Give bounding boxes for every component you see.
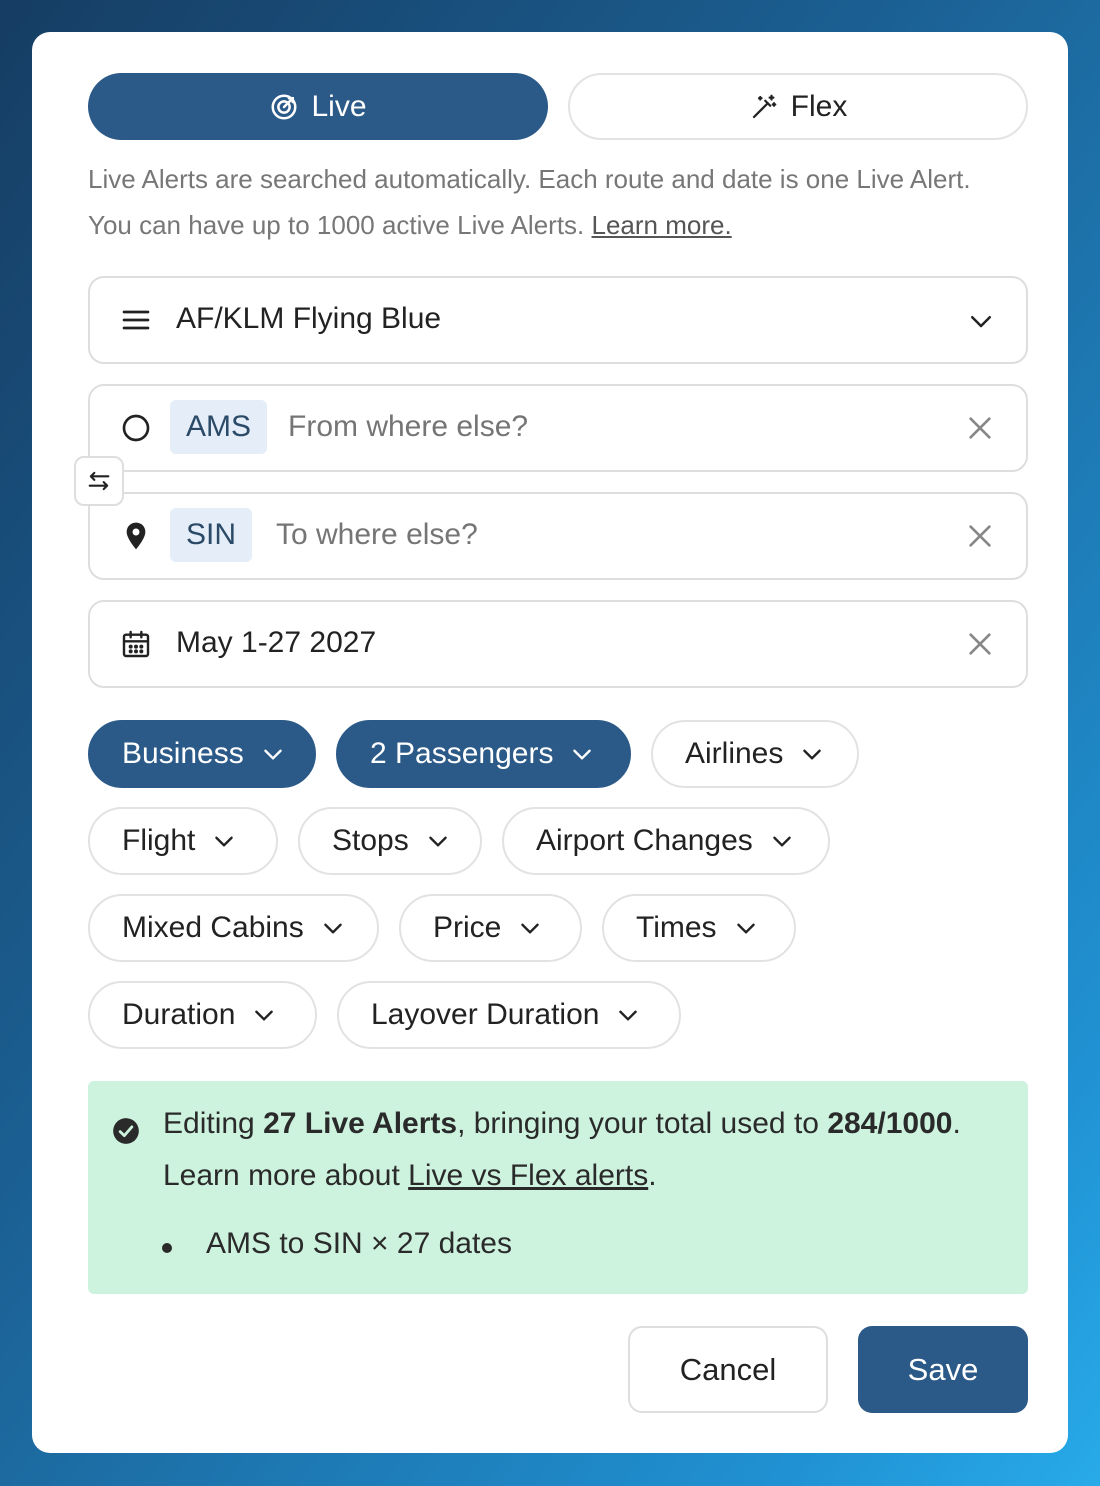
filter-cabin-business[interactable]: Business (88, 720, 316, 788)
program-select[interactable]: AF/KLM Flying Blue (88, 276, 1028, 364)
menu-icon (122, 310, 150, 330)
filter-duration[interactable]: Duration (88, 981, 317, 1049)
swap-arrows-icon (88, 471, 110, 491)
flex-mode-button[interactable]: Flex (568, 73, 1028, 140)
alert-usage-notice: Editing 27 Live Alerts, bringing your to… (88, 1081, 1028, 1294)
usage-summary: Editing 27 Live Alerts, bringing your to… (163, 1107, 961, 1141)
description-text: Live Alerts are searched automatically. … (88, 164, 971, 240)
chevron-down-icon (263, 749, 282, 760)
chevron-down-icon (971, 316, 991, 328)
flex-mode-label: Flex (790, 89, 848, 123)
filter-stops[interactable]: Stops (298, 807, 482, 875)
line2-suffix: . (648, 1159, 657, 1192)
origin-code-chip[interactable]: AMS (170, 400, 268, 454)
chevron-down-icon (215, 836, 234, 847)
learn-more-link[interactable]: Learn more. (592, 210, 732, 240)
alert-count: 27 Live Alerts (263, 1107, 458, 1140)
clear-dates-icon[interactable] (964, 628, 996, 660)
destination-input[interactable] (276, 518, 876, 552)
usage-total: 284/1000 (827, 1107, 953, 1140)
origin-field[interactable]: AMS (88, 384, 1028, 472)
filter-label: Flight (122, 824, 196, 857)
chevron-down-icon (255, 1010, 274, 1021)
filter-airlines[interactable]: Airlines (651, 720, 859, 788)
usage-middle: , bringing your total used to (457, 1107, 828, 1140)
filter-label: Times (636, 911, 717, 944)
filter-flight[interactable]: Flight (88, 807, 278, 875)
save-button[interactable]: Save (858, 1326, 1028, 1413)
filter-label: 2 Passengers (370, 737, 554, 770)
destination-code-chip[interactable]: SIN (170, 508, 253, 562)
clear-origin-icon[interactable] (964, 412, 996, 444)
live-mode-button[interactable]: Live (88, 73, 548, 140)
map-pin-icon (126, 522, 146, 550)
line2-prefix: Learn more about (163, 1159, 409, 1192)
filter-label: Layover Duration (371, 998, 600, 1031)
chevron-down-icon (573, 749, 592, 760)
date-value: May 1-27 2027 (176, 626, 377, 659)
chevron-down-icon (773, 836, 791, 847)
chevron-down-icon (736, 923, 755, 934)
swap-airports-button[interactable] (74, 456, 124, 506)
filter-layover-duration[interactable]: Layover Duration (337, 981, 681, 1049)
filter-label: Price (433, 911, 502, 944)
date-field[interactable]: May 1-27 2027 (88, 600, 1028, 688)
filter-label: Business (122, 737, 244, 770)
calendar-icon (122, 630, 150, 658)
chevron-down-icon (323, 923, 342, 934)
live-alerts-description: Live Alerts are searched automatically. … (88, 156, 988, 248)
check-circle-icon (113, 1118, 139, 1144)
bullet-dot (162, 1243, 172, 1253)
magic-wand-icon (752, 94, 777, 118)
chevron-down-icon (521, 923, 540, 934)
origin-input[interactable] (288, 410, 888, 444)
edit-alert-modal: Live Flex Live Alerts are searched autom… (32, 32, 1068, 1453)
filter-times[interactable]: Times (602, 894, 796, 962)
cancel-button[interactable]: Cancel (628, 1326, 828, 1413)
filter-airport-changes[interactable]: Airport Changes (502, 807, 830, 875)
filter-mixed-cabins[interactable]: Mixed Cabins (88, 894, 379, 962)
filter-label: Duration (122, 998, 236, 1031)
target-icon (271, 94, 297, 119)
filter-price[interactable]: Price (399, 894, 582, 962)
chevron-down-icon (619, 1010, 638, 1021)
filter-label: Stops (332, 824, 409, 857)
usage-suffix: . (952, 1107, 961, 1140)
learn-more-line: Learn more about Live vs Flex alerts. (163, 1159, 657, 1193)
filter-label: Airlines (685, 737, 784, 770)
destination-field[interactable]: SIN (88, 492, 1028, 580)
filter-label: Mixed Cabins (122, 911, 304, 944)
filter-passengers[interactable]: 2 Passengers (336, 720, 631, 788)
program-value: AF/KLM Flying Blue (176, 302, 442, 335)
route-summary-item: AMS to SIN × 27 dates (206, 1227, 512, 1260)
chevron-down-icon (803, 749, 822, 760)
chevron-down-icon (428, 836, 447, 847)
filter-label: Airport Changes (536, 824, 753, 857)
clear-destination-icon[interactable] (964, 520, 996, 552)
usage-prefix: Editing (163, 1107, 264, 1140)
live-mode-label: Live (311, 89, 367, 123)
circle-icon (122, 414, 150, 442)
live-vs-flex-link[interactable]: Live vs Flex alerts (408, 1159, 648, 1192)
